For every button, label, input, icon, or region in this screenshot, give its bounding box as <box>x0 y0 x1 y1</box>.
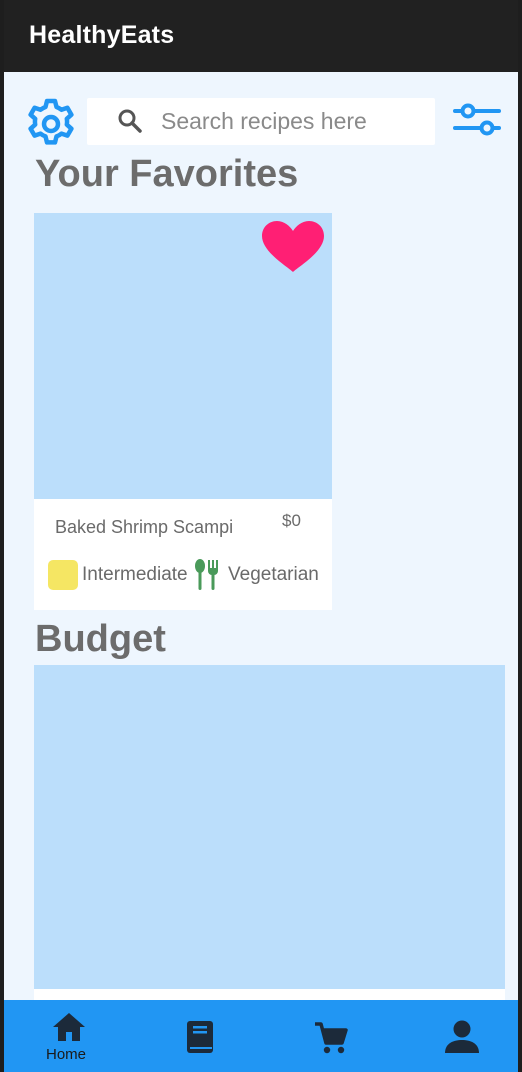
fork-spoon-icon <box>195 559 218 590</box>
difficulty-indicator <box>48 560 78 590</box>
diet-label: Vegetarian <box>228 564 319 585</box>
recipe-card[interactable] <box>34 665 505 1005</box>
search-icon <box>118 109 142 133</box>
book-icon <box>187 1021 213 1053</box>
difficulty-label: Intermediate <box>82 564 188 585</box>
nav-recipes[interactable] <box>174 1000 234 1072</box>
nav-home[interactable]: Home <box>24 1000 114 1072</box>
favorites-heading: Your Favorites <box>35 153 299 195</box>
recipe-price: $0 <box>282 511 301 530</box>
app-bar: HealthyEats <box>4 0 518 72</box>
cart-icon <box>315 1022 348 1054</box>
home-icon <box>53 1013 85 1041</box>
app-title: HealthyEats <box>29 21 175 49</box>
budget-heading: Budget <box>35 618 166 660</box>
search-input[interactable] <box>161 98 421 145</box>
bottom-nav: Home <box>4 1000 518 1072</box>
search-bar[interactable] <box>87 98 435 145</box>
nav-profile[interactable] <box>434 1000 494 1072</box>
gear-icon[interactable] <box>24 97 78 151</box>
recipe-image <box>34 665 505 989</box>
nav-cart[interactable] <box>304 1000 364 1072</box>
app-frame: HealthyEats Your Favorites <box>0 0 522 1072</box>
nav-home-label: Home <box>46 1046 87 1063</box>
person-icon <box>445 1020 479 1053</box>
recipe-name: Baked Shrimp Scampi <box>55 517 234 537</box>
sliders-icon[interactable] <box>452 100 502 142</box>
heart-icon[interactable] <box>260 220 326 274</box>
